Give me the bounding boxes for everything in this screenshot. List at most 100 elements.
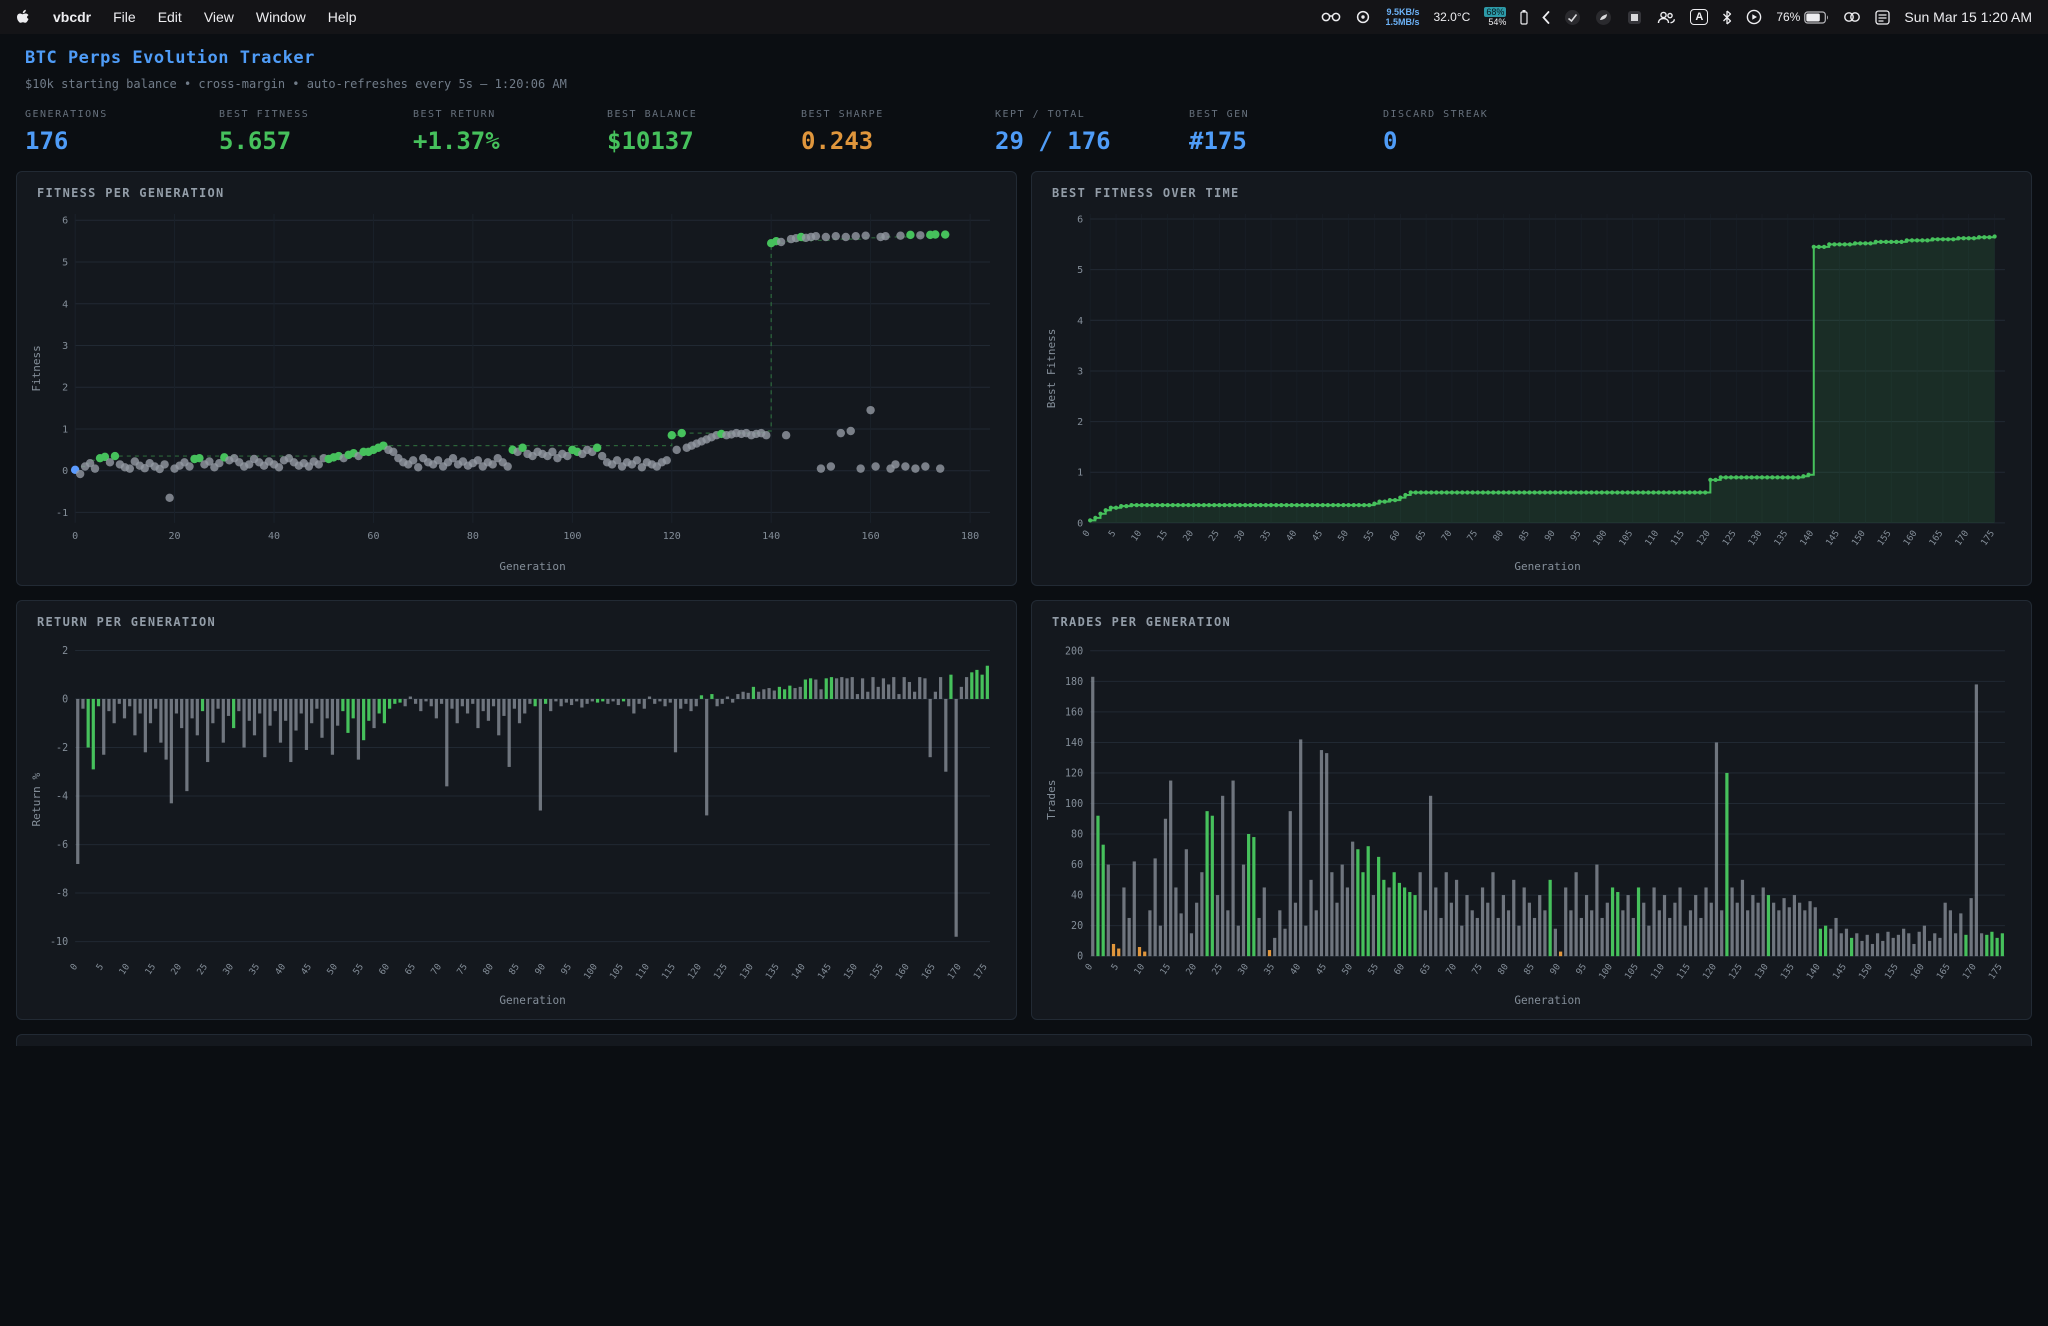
record-icon[interactable]: [1746, 9, 1762, 25]
panel-title: RETURN PER GENERATION: [37, 615, 1004, 629]
stat-label: BEST RETURN: [413, 109, 607, 120]
svg-text:75: 75: [456, 962, 470, 977]
user-switcher-icon[interactable]: [1875, 10, 1890, 25]
svg-text:5: 5: [1110, 962, 1121, 972]
usage-percent-bottom: 54%: [1484, 17, 1506, 27]
svg-text:4: 4: [1077, 316, 1083, 327]
slim-battery-icon: [1520, 10, 1528, 25]
svg-text:160: 160: [894, 962, 911, 981]
svg-text:0: 0: [69, 962, 80, 972]
binoculars-icon[interactable]: [1321, 10, 1341, 24]
svg-text:140: 140: [790, 962, 807, 981]
svg-text:165: 165: [1935, 962, 1952, 981]
page-subtitle: $10k starting balance • cross-margin • a…: [25, 77, 2023, 91]
stat-best-balance: BEST BALANCE $10137: [607, 109, 801, 155]
stat-value: 5.657: [219, 127, 413, 155]
svg-text:120: 120: [1701, 962, 1718, 981]
svg-text:Trades: Trades: [1045, 779, 1058, 819]
svg-text:160: 160: [1909, 962, 1926, 981]
screen-mirroring-icon[interactable]: [1355, 10, 1371, 24]
svg-text:1: 1: [62, 425, 68, 436]
apple-logo-icon[interactable]: [16, 9, 31, 26]
svg-text:200: 200: [1065, 646, 1083, 657]
svg-text:55: 55: [1362, 529, 1376, 544]
svg-text:105: 105: [1618, 529, 1636, 548]
input-source-icon[interactable]: A: [1690, 9, 1708, 25]
svg-text:170: 170: [946, 962, 963, 981]
svg-text:0: 0: [62, 694, 68, 705]
chevron-left-icon[interactable]: [1542, 11, 1550, 24]
stat-label: DISCARD STREAK: [1383, 109, 1577, 120]
network-speed-indicator[interactable]: 9.5KB/s 1.5MB/s: [1385, 7, 1419, 27]
svg-text:55: 55: [352, 962, 366, 977]
svg-text:5: 5: [1107, 529, 1118, 539]
svg-text:2: 2: [62, 383, 68, 394]
stat-kept-total: KEPT / TOTAL 29 / 176: [995, 109, 1189, 155]
svg-text:165: 165: [920, 962, 937, 981]
menu-window[interactable]: Window: [256, 9, 306, 25]
svg-text:155: 155: [1883, 962, 1900, 981]
panel-title: BEST FITNESS OVER TIME: [1052, 186, 2019, 200]
svg-text:110: 110: [634, 962, 651, 981]
best-fitness-step-chart: 0123456051015202530354045505560657075808…: [1044, 204, 2019, 575]
svg-text:60: 60: [1393, 962, 1407, 977]
svg-text:135: 135: [1773, 529, 1791, 548]
svg-text:180: 180: [1065, 677, 1083, 688]
svg-text:0: 0: [1077, 952, 1083, 963]
svg-text:65: 65: [1419, 962, 1433, 977]
svg-text:145: 145: [1831, 962, 1848, 981]
svg-text:120: 120: [1695, 529, 1713, 548]
menu-extra-app-icon-3[interactable]: [1626, 9, 1643, 26]
svg-text:170: 170: [1954, 529, 1972, 548]
svg-text:75: 75: [1471, 962, 1485, 977]
svg-text:20: 20: [1185, 962, 1199, 977]
svg-text:105: 105: [1623, 962, 1640, 981]
usage-percent-top: 68%: [1484, 7, 1506, 17]
partial-panel-bottom: [16, 1034, 2032, 1046]
menu-edit[interactable]: Edit: [158, 9, 182, 25]
svg-text:140: 140: [762, 531, 780, 542]
svg-text:130: 130: [738, 962, 755, 981]
svg-text:125: 125: [712, 962, 729, 981]
menu-file[interactable]: File: [113, 9, 136, 25]
link-status-icon[interactable]: [1843, 11, 1861, 23]
svg-text:Generation: Generation: [499, 560, 565, 573]
menu-help[interactable]: Help: [328, 9, 357, 25]
menu-extra-app-icon-1[interactable]: [1564, 9, 1581, 26]
menu-view[interactable]: View: [204, 9, 234, 25]
battery-indicator[interactable]: 76%: [1776, 10, 1829, 24]
menu-bar-clock[interactable]: Sun Mar 15 1:20 AM: [1904, 9, 2032, 25]
network-up-speed: 9.5KB/s: [1385, 7, 1419, 17]
svg-text:Fitness: Fitness: [30, 345, 43, 391]
svg-text:110: 110: [1644, 529, 1662, 548]
svg-text:15: 15: [1159, 962, 1173, 977]
svg-text:125: 125: [1721, 529, 1739, 548]
svg-text:20: 20: [1071, 921, 1083, 932]
stat-generations: GENERATIONS 176: [25, 109, 219, 155]
temperature-indicator[interactable]: 32.0°C: [1433, 10, 1470, 24]
svg-text:Generation: Generation: [499, 994, 565, 1007]
svg-text:4: 4: [62, 299, 68, 310]
svg-text:2: 2: [1077, 417, 1083, 428]
svg-text:Generation: Generation: [1514, 994, 1580, 1007]
svg-text:180: 180: [961, 531, 979, 542]
stat-value: 29 / 176: [995, 127, 1189, 155]
svg-text:-6: -6: [56, 840, 68, 851]
svg-text:115: 115: [1675, 962, 1692, 981]
menu-extra-app-icon-2[interactable]: [1595, 9, 1612, 26]
menu-extra-app-icon-4[interactable]: [1657, 10, 1676, 25]
charts-grid: FITNESS PER GENERATION -1012345602040608…: [16, 171, 2032, 1020]
svg-text:5: 5: [1077, 265, 1083, 276]
svg-text:60: 60: [378, 962, 392, 977]
bluetooth-icon[interactable]: [1722, 10, 1732, 25]
svg-text:145: 145: [816, 962, 833, 981]
svg-text:20: 20: [170, 962, 184, 977]
svg-text:90: 90: [1549, 962, 1563, 977]
svg-text:20: 20: [169, 531, 181, 542]
svg-text:160: 160: [862, 531, 880, 542]
svg-text:95: 95: [1569, 529, 1583, 544]
usage-percent-indicator[interactable]: 68% 54%: [1484, 7, 1506, 27]
menu-app-name[interactable]: vbcdr: [53, 9, 91, 25]
svg-text:2: 2: [62, 646, 68, 657]
svg-text:3: 3: [62, 341, 68, 352]
